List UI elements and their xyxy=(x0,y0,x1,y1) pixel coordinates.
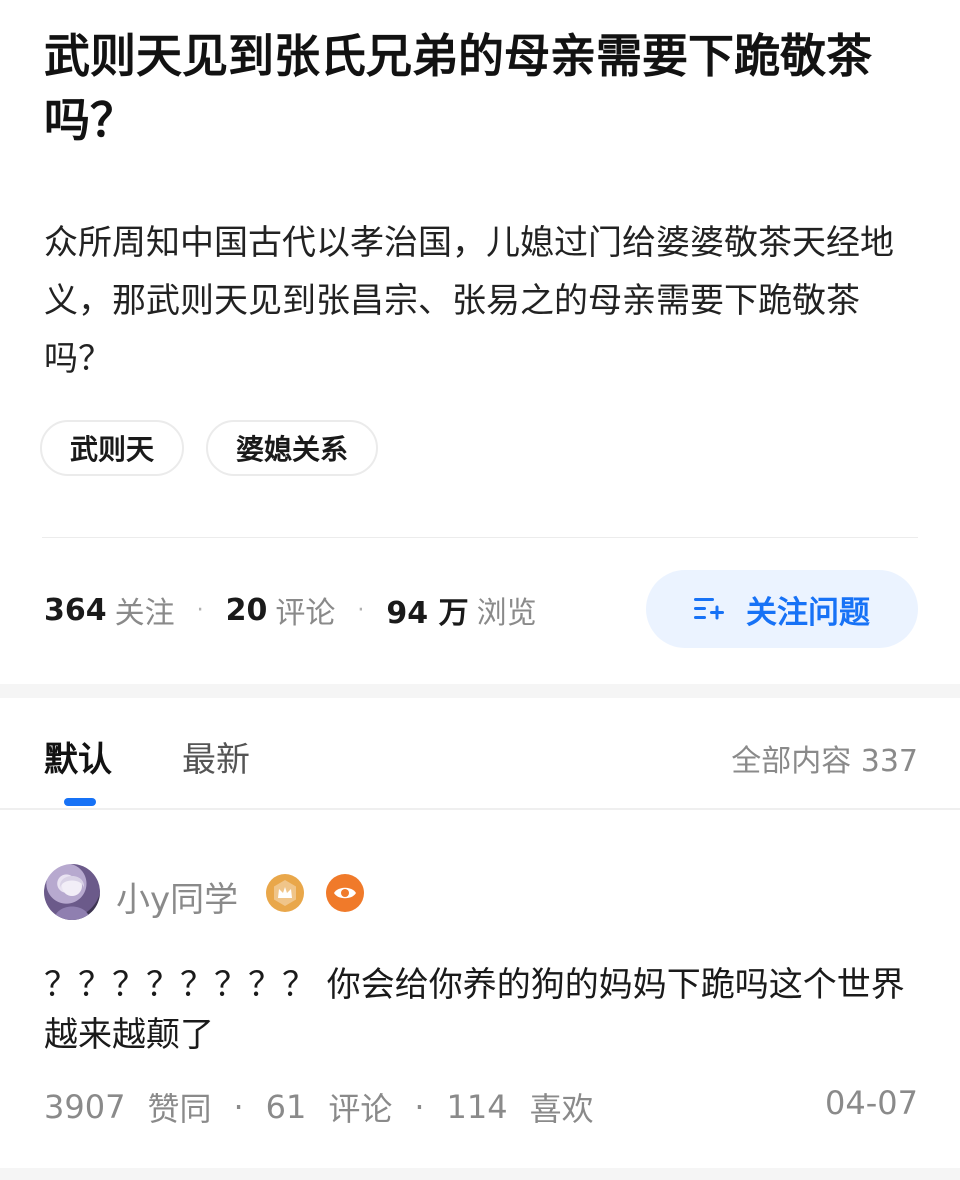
tag-poxi-guanxi[interactable]: 婆媳关系 xyxy=(206,420,379,476)
active-tab-indicator xyxy=(64,798,96,806)
likes-count: 3907 xyxy=(44,1088,126,1126)
tabs-divider xyxy=(0,808,960,810)
followers-count: 364 xyxy=(44,592,107,628)
avatar[interactable] xyxy=(44,864,100,920)
favorites-label[interactable]: 喜欢 xyxy=(530,1084,594,1130)
follow-question-label: 关注问题 xyxy=(746,594,870,631)
views-label: 浏览 xyxy=(476,596,537,631)
separator-dot: · xyxy=(357,597,365,623)
views-count: 94 万 xyxy=(386,596,469,631)
total-content-count: 全部内容 337 xyxy=(731,744,918,779)
answer-comments-label[interactable]: 评论 xyxy=(328,1084,392,1130)
separator-dot: · xyxy=(414,1088,425,1126)
topic-tags: 武则天 婆媳关系 xyxy=(40,420,379,476)
separator-dot: · xyxy=(233,1088,244,1126)
question-stats: 364 关注 · 20 评论 · 94 万 浏览 xyxy=(44,588,537,632)
question-title: 武则天见到张氏兄弟的母亲需要下跪敬茶吗？ xyxy=(44,29,872,147)
divider xyxy=(42,537,918,538)
followers-label: 关注 xyxy=(114,596,175,631)
eye-badge-icon[interactable] xyxy=(326,874,364,912)
favorites-count: 114 xyxy=(446,1088,508,1126)
crown-badge-icon[interactable] xyxy=(266,874,304,912)
follow-add-icon xyxy=(694,598,724,620)
answer-content[interactable]: ？？？？？？？？ 你会给你养的狗的妈妈下跪吗这个世界越来越颠了 xyxy=(44,960,924,1060)
author-name[interactable]: 小y同学 xyxy=(116,872,238,921)
likes-label[interactable]: 赞同 xyxy=(147,1084,211,1130)
follow-question-button[interactable]: 关注问题 xyxy=(646,570,918,648)
question-description: 众所周知中国古代以孝治国，儿媳过门给婆婆敬茶天经地义，那武则天见到张昌宗、张易之… xyxy=(44,223,894,379)
tag-wuzetian[interactable]: 武则天 xyxy=(40,420,185,476)
answer-comments-count: 61 xyxy=(265,1088,307,1126)
section-gap xyxy=(0,684,960,698)
answer-date: 04-07 xyxy=(825,1084,918,1122)
separator-dot: · xyxy=(196,597,204,623)
section-gap-bottom xyxy=(0,1168,960,1180)
tab-latest[interactable]: 最新 xyxy=(182,732,250,781)
comments-count: 20 xyxy=(225,592,268,628)
comments-label[interactable]: 评论 xyxy=(275,588,335,632)
tab-default[interactable]: 默认 xyxy=(44,732,112,781)
answer-meta: 3907 赞同 · 61 评论 · 114 喜欢 xyxy=(44,1084,594,1130)
avatar-image xyxy=(54,876,90,920)
